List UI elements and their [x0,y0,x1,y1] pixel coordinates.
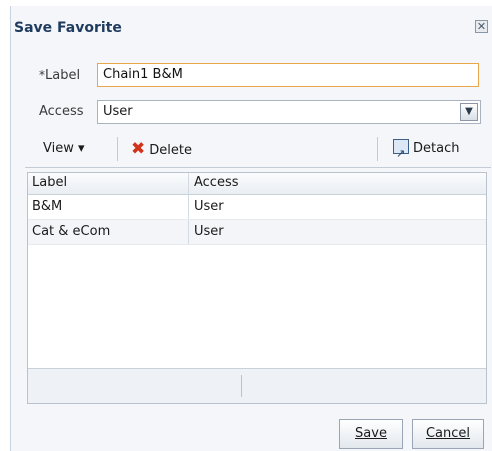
dialog-title: Save Favorite [14,20,122,36]
table-row[interactable]: Cat & eCom User [28,220,486,245]
view-menu-button[interactable]: View ▾ [43,131,85,167]
column-header-label[interactable]: Label [32,175,182,190]
access-field-label: Access [39,104,84,119]
favorites-table: Label Access B&M User Cat & eCom User [27,172,487,404]
cancel-button-label: Cancel [425,426,471,441]
column-header-access[interactable]: Access [194,175,474,190]
dialog-title-bar: Save Favorite ✕ [11,6,492,48]
table-toolbar: View ▾ ✖Delete Detach [25,131,491,172]
access-select-value: User [103,104,133,119]
access-select[interactable]: User ▼ [97,100,481,124]
table-header: Label Access [28,173,486,195]
footer-divider [241,375,242,397]
row-label-cell: B&M [32,199,63,214]
column-divider [188,173,189,194]
label-field-label: *Label [39,63,80,87]
detach-icon [393,136,409,172]
row-access-cell: User [194,199,224,214]
delete-button-label: Delete [149,143,192,158]
detach-button-label: Detach [413,141,460,156]
column-divider [188,220,189,244]
chevron-down-icon[interactable]: ▼ [460,103,478,121]
table-footer [28,368,486,403]
delete-icon: ✖ [131,139,146,159]
save-button[interactable]: Save [339,419,403,449]
toolbar-separator [117,137,118,161]
close-icon[interactable]: ✕ [475,20,488,33]
cancel-button[interactable]: Cancel [412,419,484,449]
delete-button[interactable]: ✖ Delete [131,131,192,167]
table-row[interactable]: B&M User [28,195,486,220]
row-label-cell: Cat & eCom [32,224,111,239]
label-field-text: Label [45,68,81,83]
detach-button[interactable]: Detach [393,131,460,172]
column-divider [188,195,189,219]
save-button-label: Save [355,426,387,441]
label-input[interactable]: Chain1 B&M [97,63,479,87]
save-favorite-dialog: Save Favorite ✕ *Label Chain1 B&M Access… [10,6,492,451]
toolbar-separator [377,137,378,161]
row-access-cell: User [194,224,224,239]
